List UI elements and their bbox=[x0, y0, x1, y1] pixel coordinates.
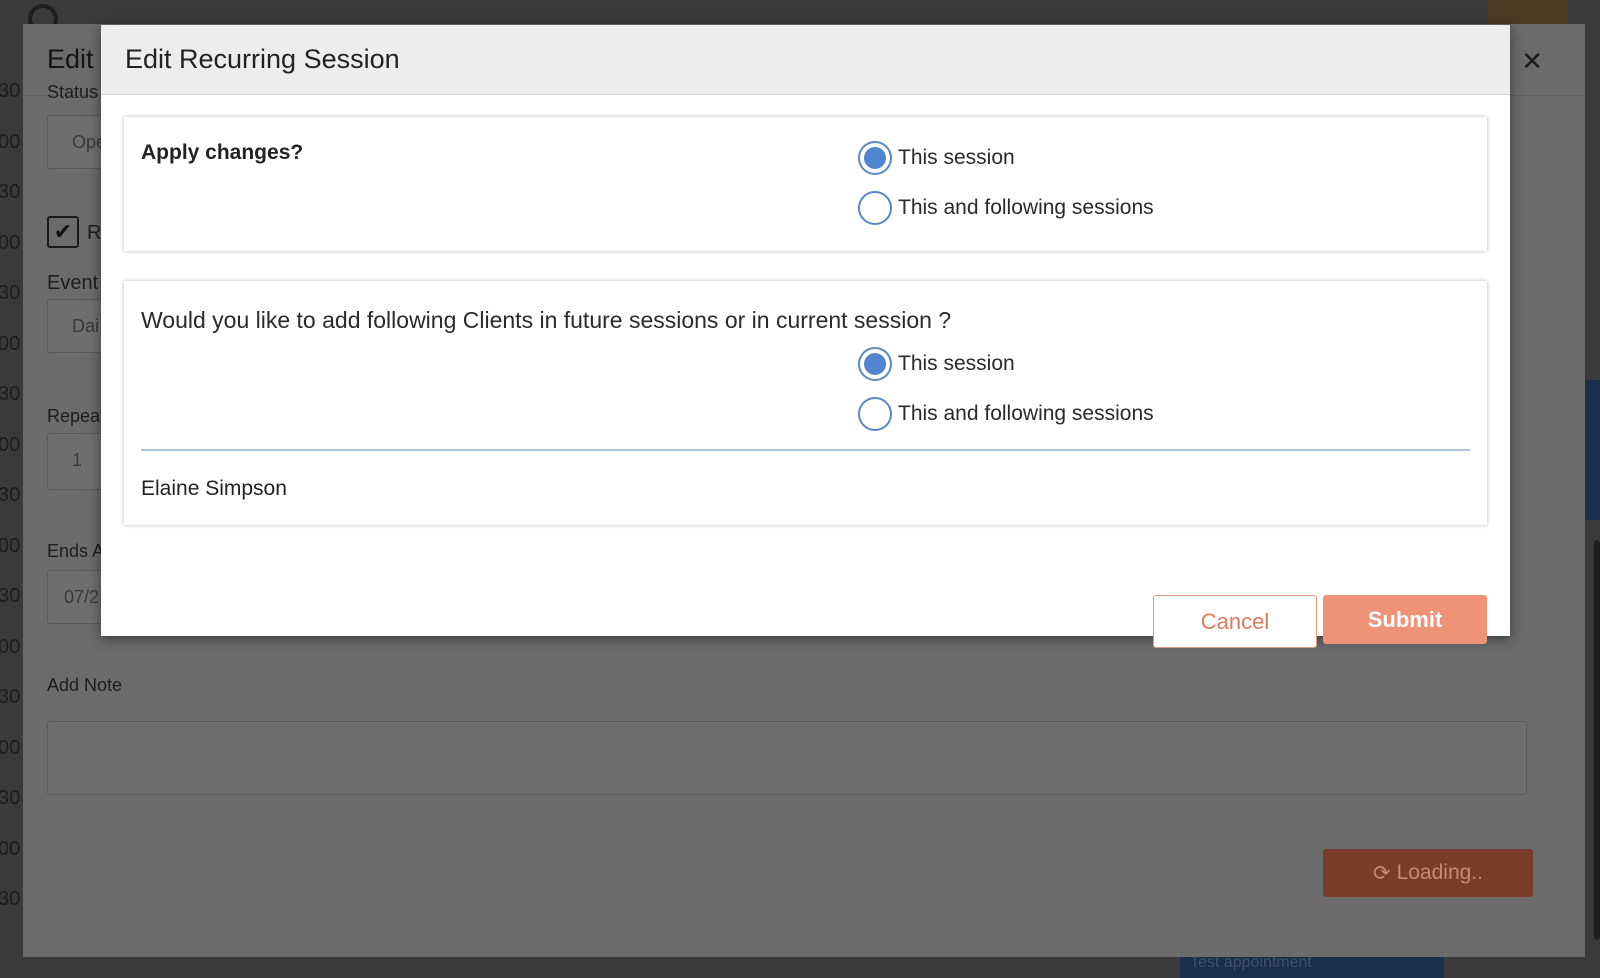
radio-this-session[interactable] bbox=[858, 141, 892, 175]
time-label: 00 bbox=[0, 534, 21, 557]
time-label: 30 bbox=[0, 787, 21, 809]
status-label: Status bbox=[47, 82, 99, 102]
clients-option-this-session[interactable]: This session bbox=[858, 347, 1015, 381]
time-label: 00 bbox=[0, 837, 21, 860]
radio-label: This session bbox=[898, 146, 1015, 169]
submit-button[interactable]: Submit bbox=[1323, 595, 1487, 644]
edit-recurring-session-dialog: Edit Recurring Session Apply changes? Th… bbox=[101, 25, 1510, 648]
scrollbar[interactable] bbox=[1594, 540, 1600, 940]
client-name: Elaine Simpson bbox=[141, 477, 287, 500]
calendar-thumbnail bbox=[1488, 0, 1568, 24]
radio-label: This and following sessions bbox=[898, 196, 1154, 219]
time-label: 00 bbox=[0, 736, 21, 759]
time-label: 30 bbox=[0, 80, 21, 102]
recurring-checkbox[interactable]: ✔ bbox=[47, 216, 79, 248]
clients-panel: Would you like to add following Clients … bbox=[124, 281, 1487, 525]
time-label: 00 bbox=[0, 433, 21, 456]
radio-following-sessions[interactable] bbox=[858, 191, 892, 225]
ends-value: 07/2 bbox=[64, 587, 100, 607]
edit-modal-title: Edit bbox=[47, 44, 94, 74]
clients-question: Would you like to add following Clients … bbox=[141, 307, 952, 333]
time-label: 00 bbox=[0, 332, 21, 355]
loading-button[interactable]: ⟳ Loading.. bbox=[1323, 849, 1533, 897]
apply-changes-label: Apply changes? bbox=[141, 141, 304, 164]
time-label: 30 bbox=[0, 383, 21, 405]
close-icon[interactable]: ✕ bbox=[1521, 46, 1543, 77]
dialog-header: Edit Recurring Session bbox=[101, 25, 1510, 95]
cancel-button[interactable]: Cancel bbox=[1153, 595, 1317, 648]
time-label: 30 bbox=[0, 585, 21, 607]
radio-this-session[interactable] bbox=[858, 347, 892, 381]
apply-option-this-session[interactable]: This session bbox=[858, 141, 1015, 175]
repeat-label: Repeat bbox=[47, 406, 106, 426]
time-label: 00 bbox=[0, 231, 21, 254]
dialog-actions: Cancel Submit bbox=[1153, 595, 1487, 648]
apply-option-following-sessions[interactable]: This and following sessions bbox=[858, 191, 1154, 225]
event-label: Event bbox=[47, 272, 99, 294]
time-label: 30 bbox=[0, 181, 21, 203]
radio-label: This session bbox=[898, 352, 1015, 375]
recurring-label: R bbox=[87, 222, 102, 244]
time-label: 00 bbox=[0, 130, 21, 153]
loading-label: Loading.. bbox=[1396, 861, 1484, 884]
add-note-textarea[interactable] bbox=[47, 721, 1527, 795]
refresh-icon: ⟳ bbox=[1372, 861, 1391, 885]
add-note-label: Add Note bbox=[47, 675, 123, 695]
event-value: Dai bbox=[72, 316, 100, 336]
apply-changes-panel: Apply changes? This session This and fol… bbox=[124, 117, 1487, 251]
dialog-title: Edit Recurring Session bbox=[125, 44, 400, 74]
time-label: 30 bbox=[0, 484, 21, 506]
ends-label: Ends A bbox=[47, 541, 105, 561]
repeat-value: 1 bbox=[72, 450, 83, 470]
time-label: 00 bbox=[0, 635, 21, 658]
radio-following-sessions[interactable] bbox=[858, 397, 892, 431]
time-label: 30 bbox=[0, 686, 21, 708]
radio-label: This and following sessions bbox=[898, 402, 1154, 425]
dialog-body: Apply changes? This session This and fol… bbox=[101, 95, 1510, 648]
time-label: 30 bbox=[0, 888, 21, 910]
divider bbox=[141, 449, 1470, 451]
time-label: 30 bbox=[0, 282, 21, 304]
clients-option-following-sessions[interactable]: This and following sessions bbox=[858, 397, 1154, 431]
